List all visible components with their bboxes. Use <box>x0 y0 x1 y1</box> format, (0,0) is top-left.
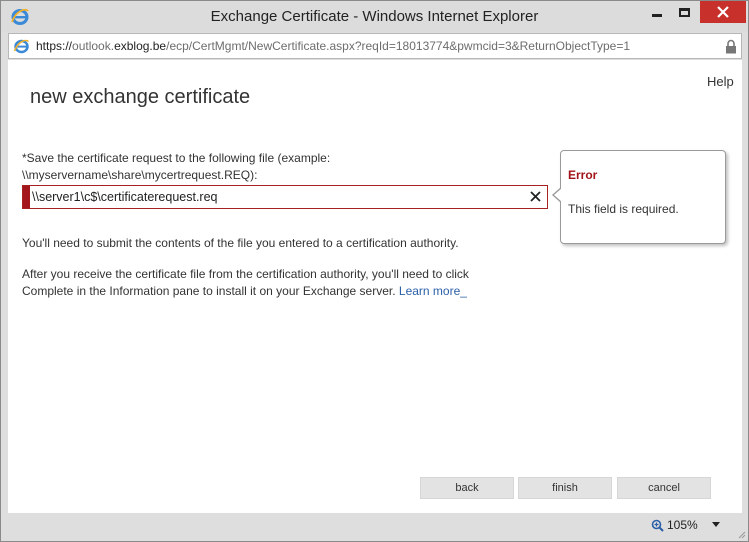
info-text-complete: After you receive the certificate file f… <box>22 266 502 300</box>
back-button[interactable]: back <box>420 477 514 499</box>
url-scheme: https:// <box>36 39 73 53</box>
cancel-button[interactable]: cancel <box>617 477 711 499</box>
browser-window: Exchange Certificate - Windows Internet … <box>0 0 749 542</box>
error-callout: Error This field is required. <box>552 150 726 244</box>
status-bar: 105% <box>1 513 748 541</box>
lock-icon[interactable] <box>725 39 737 54</box>
page-title: new exchange certificate <box>30 86 251 108</box>
file-path-label: *Save the certificate request to the fol… <box>22 151 331 182</box>
maximize-button[interactable] <box>671 1 698 23</box>
info-text-submit: You'll need to submit the contents of th… <box>22 236 459 250</box>
clear-icon[interactable] <box>528 189 543 204</box>
finish-button[interactable]: finish <box>518 477 612 499</box>
callout-pointer-fill <box>554 188 562 202</box>
chevron-down-icon[interactable] <box>712 522 720 527</box>
error-title: Error <box>568 168 598 182</box>
url-path: /ecp/CertMgmt/NewCertificate.aspx?reqId=… <box>166 39 631 53</box>
error-indicator <box>23 186 30 208</box>
minimize-button[interactable] <box>643 1 670 23</box>
file-path-field[interactable] <box>22 185 548 209</box>
ie-page-icon <box>13 38 30 55</box>
help-link[interactable]: Help <box>707 74 734 89</box>
address-bar[interactable]: https://outlook.exblog.be/ecp/CertMgmt/N… <box>8 33 742 59</box>
minimize-icon <box>651 13 662 17</box>
url-text[interactable]: https://outlook.exblog.be/ecp/CertMgmt/N… <box>36 39 630 53</box>
page-content: Help new exchange certificate *Save the … <box>8 60 742 513</box>
close-icon <box>717 6 729 18</box>
close-window-button[interactable] <box>700 1 746 23</box>
resize-grip-icon[interactable] <box>736 529 746 539</box>
zoom-control[interactable]: 105% <box>651 518 698 532</box>
maximize-icon <box>679 7 690 17</box>
error-message: This field is required. <box>568 202 679 216</box>
file-path-input[interactable] <box>32 186 522 208</box>
zoom-level: 105% <box>667 518 698 532</box>
title-bar[interactable]: Exchange Certificate - Windows Internet … <box>1 1 748 32</box>
zoom-icon <box>651 519 664 532</box>
url-host-prefix: outlook. <box>72 39 115 53</box>
learn-more-link[interactable]: Learn more_ <box>399 284 467 298</box>
url-domain: exblog.be <box>114 39 167 53</box>
window-title: Exchange Certificate - Windows Internet … <box>210 8 539 25</box>
